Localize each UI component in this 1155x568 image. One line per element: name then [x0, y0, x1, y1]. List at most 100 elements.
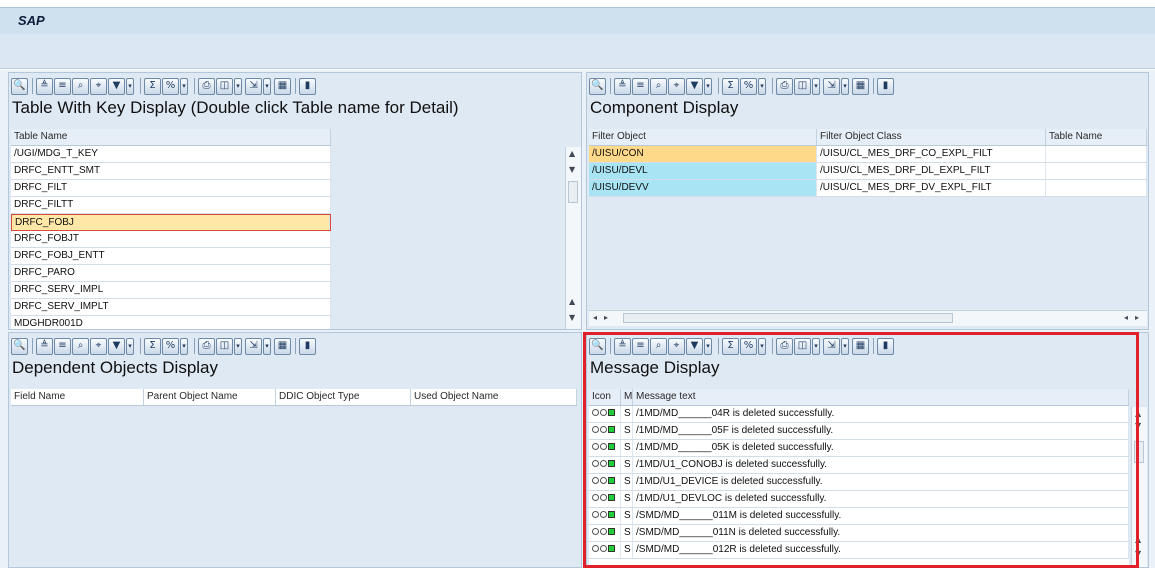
scroll-down-icon[interactable]: ▼ [569, 313, 575, 322]
table-row[interactable]: /UISU/DEVL/UISU/CL_MES_DRF_DL_EXPL_FILT [589, 163, 1147, 180]
print-button[interactable]: ⎙ [198, 337, 215, 355]
dropdown-arrow-icon[interactable]: ▾ [263, 337, 271, 355]
dropdown-arrow-icon[interactable]: ▾ [180, 77, 188, 95]
sort-ascending-button[interactable]: ≜ [614, 77, 631, 95]
dropdown-arrow-icon[interactable]: ▾ [126, 337, 134, 355]
filter-button[interactable]: ▼ [108, 337, 125, 355]
table-row[interactable]: DRFC_FOBJT [11, 231, 331, 248]
subtotal-button[interactable]: % [740, 77, 757, 95]
dropdown-arrow-icon[interactable]: ▾ [263, 77, 271, 95]
sum-button[interactable]: Σ [722, 77, 739, 95]
view-button[interactable]: ◫ [794, 77, 811, 95]
table-row[interactable]: /UGI/MDG_T_KEY [11, 146, 331, 163]
print-button[interactable]: ⎙ [776, 77, 793, 95]
table-name-cell[interactable]: DRFC_SERV_IMPLT [11, 299, 331, 315]
layout-button[interactable]: ▦ [274, 337, 291, 355]
print-button[interactable]: ⎙ [198, 77, 215, 95]
view-button[interactable]: ◫ [216, 77, 233, 95]
table-name-cell[interactable]: DRFC_FOBJ [12, 215, 330, 230]
table-key-vertical-scrollbar[interactable]: ▲ ▼ ▲ ▼ [565, 147, 581, 329]
layout-button[interactable]: ▦ [274, 77, 291, 95]
table-name-cell[interactable]: /UGI/MDG_T_KEY [11, 146, 331, 162]
scroll-right-icon[interactable]: ▸ [1135, 313, 1139, 322]
table-row[interactable]: MDGHDR001D [11, 316, 331, 329]
sort-ascending-button[interactable]: ≜ [36, 337, 53, 355]
column-header-field-name[interactable]: Field Name [11, 389, 144, 405]
column-header-table-name[interactable]: Table Name [11, 129, 331, 145]
table-row[interactable]: DRFC_SERV_IMPL [11, 282, 331, 299]
sort-descending-button[interactable]: ≡ [632, 77, 649, 95]
table-name-cell[interactable]: DRFC_FILTT [11, 197, 331, 213]
export-button[interactable]: ⇲ [823, 77, 840, 95]
table-row[interactable]: DRFC_SERV_IMPLT [11, 299, 331, 316]
scroll-left-icon[interactable]: ◂ [1124, 313, 1128, 322]
table-name-cell[interactable]: DRFC_PARO [11, 265, 331, 281]
filter-object-cell[interactable]: /UISU/DEVV [589, 180, 817, 196]
scroll-thumb[interactable] [568, 181, 578, 203]
table-row[interactable]: /UISU/CON/UISU/CL_MES_DRF_CO_EXPL_FILT [589, 146, 1147, 163]
view-button[interactable]: ◫ [216, 337, 233, 355]
scroll-up-icon[interactable]: ▲ [569, 297, 575, 306]
scroll-left-icon[interactable]: ◂ [593, 313, 597, 322]
scroll-down-icon[interactable]: ▼ [569, 165, 575, 174]
find-button[interactable]: ⌕ [650, 77, 667, 95]
details-button[interactable]: 🔍 [589, 77, 606, 95]
layout-button[interactable]: ▦ [852, 77, 869, 95]
table-row[interactable]: DRFC_PARO [11, 265, 331, 282]
column-header-parent-object-name[interactable]: Parent Object Name [144, 389, 276, 405]
dropdown-arrow-icon[interactable]: ▾ [126, 77, 134, 95]
dropdown-arrow-icon[interactable]: ▾ [180, 337, 188, 355]
details-button[interactable]: 🔍 [11, 77, 28, 95]
dropdown-arrow-icon[interactable]: ▾ [704, 77, 712, 95]
dropdown-arrow-icon[interactable]: ▾ [812, 77, 820, 95]
table-name-cell[interactable] [1046, 180, 1147, 196]
column-header-ddic-object-type[interactable]: DDIC Object Type [276, 389, 411, 405]
table-name-cell[interactable]: MDGHDR001D [11, 316, 331, 329]
filter-object-class-cell[interactable]: /UISU/CL_MES_DRF_DL_EXPL_FILT [817, 163, 1046, 179]
filter-object-class-cell[interactable]: /UISU/CL_MES_DRF_DV_EXPL_FILT [817, 180, 1046, 196]
table-row[interactable]: DRFC_FILTT [11, 197, 331, 214]
export-button[interactable]: ⇲ [245, 337, 262, 355]
table-name-cell[interactable]: DRFC_ENTT_SMT [11, 163, 331, 179]
subtotal-button[interactable]: % [162, 77, 179, 95]
find-button[interactable]: ⌕ [72, 77, 89, 95]
sort-ascending-button[interactable]: ≜ [36, 77, 53, 95]
dropdown-arrow-icon[interactable]: ▾ [758, 77, 766, 95]
details-button[interactable]: 🔍 [11, 337, 28, 355]
column-header-filter-object[interactable]: Filter Object [589, 129, 817, 145]
table-row[interactable]: DRFC_FILT [11, 180, 331, 197]
scroll-right-icon[interactable]: ▸ [604, 313, 608, 322]
scroll-up-icon[interactable]: ▲ [569, 149, 575, 158]
sum-button[interactable]: Σ [144, 337, 161, 355]
column-header-used-object-name[interactable]: Used Object Name [411, 389, 577, 405]
table-row[interactable]: DRFC_FOBJ_ENTT [11, 248, 331, 265]
table-name-cell[interactable]: DRFC_FOBJ_ENTT [11, 248, 331, 264]
filter-button[interactable]: ▼ [686, 77, 703, 95]
find-next-button[interactable]: ⌖ [668, 77, 685, 95]
column-header-filter-object-class[interactable]: Filter Object Class [817, 129, 1046, 145]
table-row[interactable]: DRFC_ENTT_SMT [11, 163, 331, 180]
filter-object-cell[interactable]: /UISU/CON [589, 146, 817, 162]
table-name-cell[interactable]: DRFC_FOBJT [11, 231, 331, 247]
table-name-cell[interactable]: DRFC_SERV_IMPL [11, 282, 331, 298]
column-header-table-name[interactable]: Table Name [1046, 129, 1147, 145]
component-horizontal-scrollbar[interactable]: ◂ ▸ ◂ ▸ [589, 310, 1147, 326]
filter-object-cell[interactable]: /UISU/DEVL [589, 163, 817, 179]
table-row[interactable]: DRFC_FOBJ [11, 214, 331, 231]
find-next-button[interactable]: ⌖ [90, 337, 107, 355]
dropdown-arrow-icon[interactable]: ▾ [841, 77, 849, 95]
table-name-cell[interactable] [1046, 146, 1147, 162]
sum-button[interactable]: Σ [144, 77, 161, 95]
dropdown-arrow-icon[interactable]: ▾ [234, 77, 242, 95]
sort-descending-button[interactable]: ≡ [54, 337, 71, 355]
subtotal-button[interactable]: % [162, 337, 179, 355]
filter-object-class-cell[interactable]: /UISU/CL_MES_DRF_CO_EXPL_FILT [817, 146, 1046, 162]
scroll-thumb[interactable] [623, 313, 953, 323]
find-button[interactable]: ⌕ [72, 337, 89, 355]
graphic-button[interactable]: ▮ [299, 337, 316, 355]
sort-descending-button[interactable]: ≡ [54, 77, 71, 95]
find-next-button[interactable]: ⌖ [90, 77, 107, 95]
filter-button[interactable]: ▼ [108, 77, 125, 95]
graphic-button[interactable]: ▮ [877, 77, 894, 95]
export-button[interactable]: ⇲ [245, 77, 262, 95]
